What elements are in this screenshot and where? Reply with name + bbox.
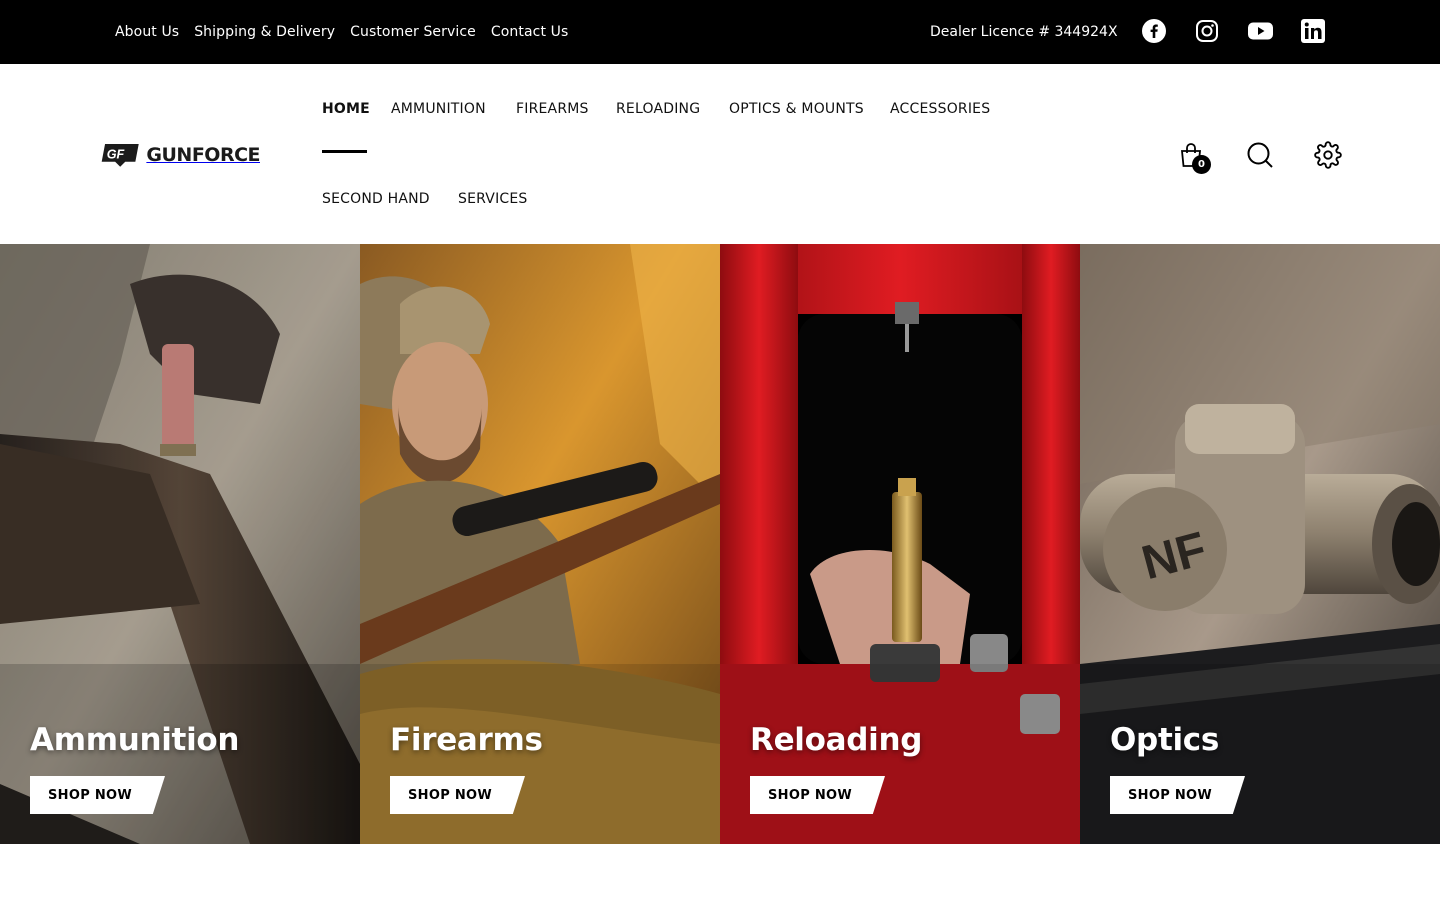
logo-mark-icon: GF	[101, 144, 139, 167]
nav-firearms[interactable]: FIREARMS	[516, 101, 589, 117]
category-title: Optics	[1110, 722, 1220, 758]
category-tile-optics[interactable]: NF Optics SHOP NOW	[1080, 244, 1440, 844]
shop-now-button[interactable]: SHOP NOW	[390, 776, 525, 814]
shop-now-button[interactable]: SHOP NOW	[750, 776, 885, 814]
top-bar: About Us Shipping & Delivery Customer Se…	[0, 0, 1440, 64]
shipping-delivery-link[interactable]: Shipping & Delivery	[194, 24, 335, 40]
main-header: GF GUNFORCE HOME AMMUNITION FIREARMS REL…	[0, 64, 1440, 244]
customer-service-link[interactable]: Customer Service	[350, 24, 476, 40]
nav-reloading[interactable]: RELOADING	[616, 101, 700, 117]
about-us-link[interactable]: About Us	[115, 24, 179, 40]
cart-count-badge: 0	[1192, 155, 1211, 174]
nav-home[interactable]: HOME	[322, 101, 370, 117]
category-tiles: Ammunition SHOP NOW Firearms SHOP NOW Re…	[0, 244, 1440, 844]
category-tile-ammunition[interactable]: Ammunition SHOP NOW	[0, 244, 360, 844]
youtube-icon[interactable]	[1247, 18, 1273, 44]
dealer-licence: Dealer Licence # 344924X	[930, 24, 1118, 40]
contact-us-link[interactable]: Contact Us	[491, 24, 568, 40]
category-tile-reloading[interactable]: Reloading SHOP NOW	[720, 244, 1080, 844]
active-nav-indicator	[322, 150, 367, 153]
logo-text: GUNFORCE	[146, 144, 260, 166]
instagram-icon[interactable]	[1194, 18, 1220, 44]
svg-text:GF: GF	[107, 147, 125, 161]
top-links: About Us Shipping & Delivery Customer Se…	[115, 0, 568, 64]
category-title: Reloading	[750, 722, 923, 758]
search-icon[interactable]	[1245, 140, 1275, 170]
category-title: Firearms	[390, 722, 543, 758]
shop-now-button[interactable]: SHOP NOW	[1110, 776, 1245, 814]
nav-ammunition[interactable]: AMMUNITION	[391, 101, 486, 117]
gunforce-logo[interactable]: GF GUNFORCE	[100, 139, 260, 171]
category-tile-firearms[interactable]: Firearms SHOP NOW	[360, 244, 720, 844]
facebook-icon[interactable]	[1141, 18, 1167, 44]
shop-now-button[interactable]: SHOP NOW	[30, 776, 165, 814]
nav-services[interactable]: SERVICES	[458, 191, 528, 207]
category-title: Ammunition	[30, 722, 240, 758]
nav-accessories[interactable]: ACCESSORIES	[890, 101, 990, 117]
nav-optics-mounts[interactable]: OPTICS & MOUNTS	[729, 101, 864, 117]
settings-gear-icon[interactable]	[1313, 140, 1343, 170]
nav-second-hand[interactable]: SECOND HAND	[322, 191, 430, 207]
linkedin-icon[interactable]	[1300, 18, 1326, 44]
